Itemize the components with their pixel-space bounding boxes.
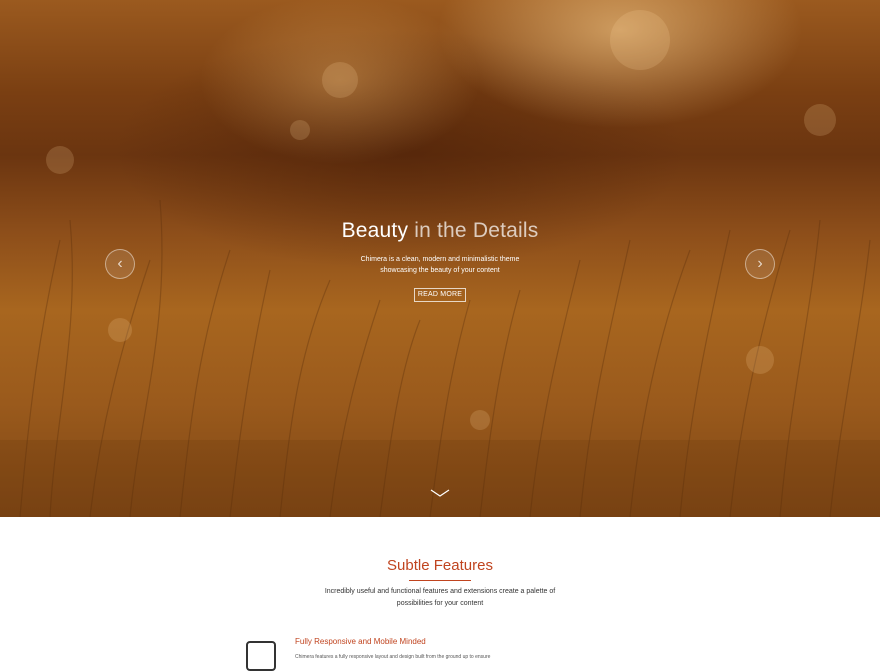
- features-title-divider: [409, 580, 471, 581]
- read-more-button[interactable]: READ MORE: [414, 288, 466, 302]
- hero-subtitle-line: showcasing the beauty of your content: [380, 267, 500, 274]
- slider-prev-button[interactable]: ‹: [105, 249, 135, 279]
- hero-title: Beauty in the Details: [0, 219, 880, 243]
- hero-slider: Beauty in the Details Chimera is a clean…: [0, 0, 880, 517]
- features-description: Incredibly useful and functional feature…: [320, 586, 560, 610]
- features-description-line: possibilities for your content: [396, 600, 484, 607]
- chevron-right-icon: ›: [757, 255, 763, 272]
- features-title: Subtle Features: [387, 557, 493, 574]
- hero-title-bold: Beauty: [341, 219, 409, 242]
- feature-text: Chimera features a fully responsive layo…: [295, 654, 491, 660]
- features-description-line: Incredibly useful and functional feature…: [324, 588, 556, 595]
- slider-next-button[interactable]: ›: [745, 249, 775, 279]
- feature-title: Fully Responsive and Mobile Minded: [295, 637, 426, 646]
- mobile-device-icon: [246, 641, 276, 671]
- chevron-down-icon[interactable]: [430, 488, 450, 498]
- chevron-left-icon: ‹: [117, 255, 123, 272]
- hero-title-light: in the Details: [414, 219, 539, 242]
- hero-subtitle: Chimera is a clean, modern and minimalis…: [340, 254, 540, 276]
- hero-subtitle-line: Chimera is a clean, modern and minimalis…: [360, 256, 520, 263]
